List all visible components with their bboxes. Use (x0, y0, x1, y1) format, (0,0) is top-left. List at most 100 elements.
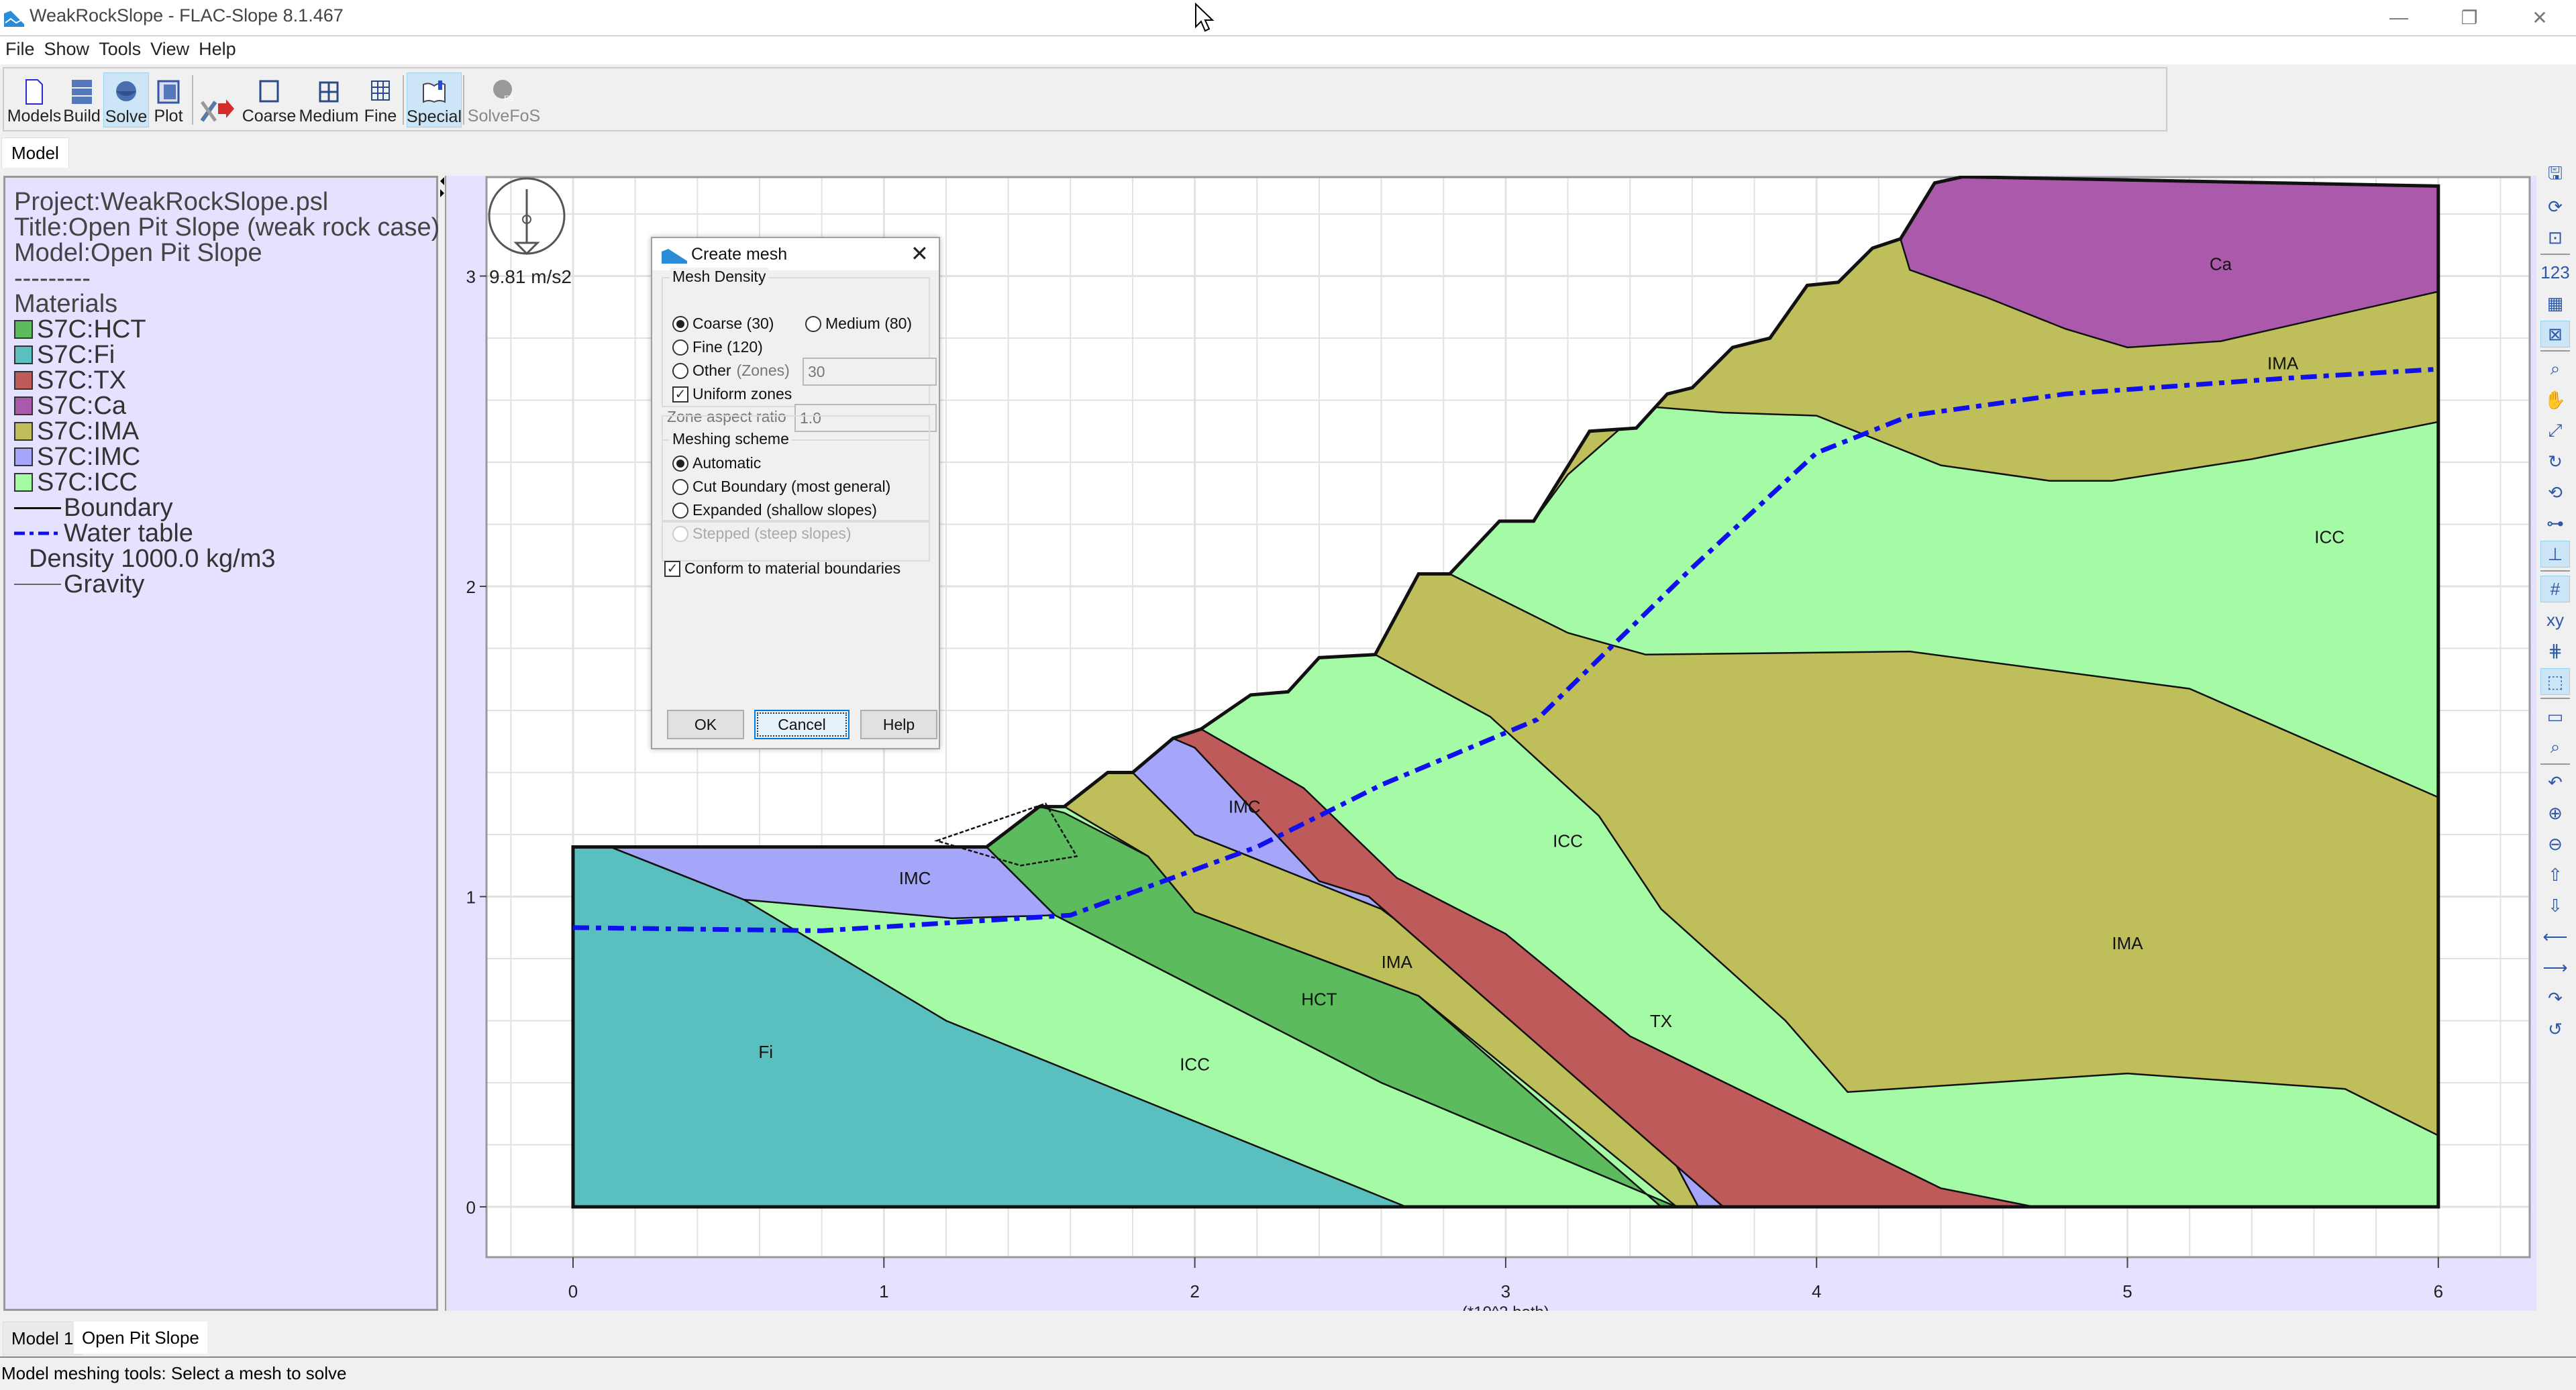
magnify-button[interactable]: ⌕ (2540, 734, 2570, 761)
left-arrow-button[interactable]: ⟵ (2540, 923, 2570, 950)
x-tick-label: 4 (1812, 1281, 1821, 1301)
cancel-button[interactable]: Cancel (754, 710, 849, 739)
down-arrow-button[interactable]: ⇩ (2540, 892, 2570, 919)
region-label: ICC (1553, 831, 1583, 851)
x-tick-label: 5 (2122, 1281, 2132, 1301)
y-tick-label: 1 (466, 888, 476, 908)
menu-tools[interactable]: Tools (95, 36, 145, 62)
plot-button[interactable]: Plot (149, 72, 188, 126)
layout-button[interactable]: ▦ (2540, 290, 2570, 317)
toolbar-separator (2540, 350, 2570, 352)
solve-button[interactable]: Solve (103, 72, 149, 127)
menu-bar: File Show Tools View Help (0, 36, 2576, 64)
fine-grid-icon (371, 81, 390, 101)
material-name: S7C:Ca (37, 392, 127, 420)
coarse-button[interactable]: Coarse (240, 72, 298, 126)
material-name: S7C:IMC (37, 443, 141, 471)
radio-medium[interactable]: Medium (80) (805, 315, 912, 333)
rotate-3d-button[interactable]: ⟲ (2540, 479, 2570, 506)
link-button[interactable]: ⊶ (2540, 510, 2570, 537)
refresh-button[interactable]: ⟳ (2540, 193, 2570, 220)
region-label: Fi (758, 1042, 773, 1062)
legend-water-table: Water table (14, 521, 436, 546)
material-swatch (14, 320, 33, 339)
zones-input[interactable]: 30 (803, 358, 937, 386)
tab-model-1[interactable]: Model 1 (3, 1322, 83, 1355)
right-arrow-button[interactable]: ⟶ (2540, 954, 2570, 981)
special-button[interactable]: Special (407, 72, 462, 127)
legend-material-3: S7C:Ca (14, 393, 436, 419)
xy-label-button[interactable]: xy (2540, 606, 2570, 633)
medium-grid-icon (319, 81, 339, 103)
undo-icon: ↶ (2548, 771, 2563, 792)
models-button[interactable]: Models (7, 72, 62, 126)
radio-fine[interactable]: Fine (120) (672, 338, 763, 356)
close-button[interactable]: ✕ (2503, 0, 2576, 35)
refresh-icon: ⟳ (2548, 196, 2563, 217)
zoom-region-button[interactable]: ⤢ (2540, 417, 2570, 444)
radio-coarse[interactable]: Coarse (30) (672, 315, 774, 333)
conform-boundaries-checkbox[interactable]: ✓ Conform to material boundaries (664, 559, 900, 578)
rotate-ccw-button[interactable]: ↺ (2540, 1016, 2570, 1042)
rotate-ccw-icon: ↺ (2548, 1018, 2563, 1039)
ruler-button[interactable]: ▭ (2540, 703, 2570, 730)
minimize-button[interactable]: — (2362, 0, 2436, 35)
dialog-close-button[interactable]: ✕ (911, 241, 929, 266)
menu-show[interactable]: Show (40, 36, 94, 62)
window-title: WeakRockSlope - FLAC-Slope 8.1.467 (30, 5, 344, 25)
fit-button[interactable]: ⊠ (2540, 321, 2570, 348)
pan-hand-button[interactable]: ✋ (2540, 386, 2570, 413)
radio-cut-boundary[interactable]: Cut Boundary (most general) (672, 478, 890, 496)
rotate-button[interactable]: ↻ (2540, 448, 2570, 475)
material-list: S7C:HCT S7C:Fi S7C:TX S7C:Ca S7C:IMA S7C:IMC S… (5, 317, 436, 495)
menu-help[interactable]: Help (195, 36, 240, 62)
numbering-button[interactable]: 123 (2540, 259, 2570, 286)
tools-button[interactable] (196, 72, 238, 126)
zoom-in-button[interactable]: ⊕ (2540, 800, 2570, 826)
save-image-icon: 🖫 (2547, 163, 2563, 183)
grid-button[interactable]: # (2540, 576, 2570, 602)
dialog-app-icon (662, 249, 687, 264)
region-label: IMC (1229, 797, 1261, 817)
status-bar: Model meshing tools: Select a mesh to so… (0, 1356, 2576, 1390)
up-arrow-button[interactable]: ⇧ (2540, 861, 2570, 888)
uniform-zones-checkbox[interactable]: ✓ Uniform zones (672, 385, 792, 403)
axis-units-note: (*10^2 both) (1462, 1303, 1549, 1311)
save-image-button[interactable]: 🖫 (2540, 162, 2570, 189)
legend-boundary: Boundary (14, 495, 436, 521)
menu-file[interactable]: File (1, 36, 39, 62)
x-tick-label: 1 (879, 1281, 888, 1301)
panel-splitter[interactable] (440, 176, 445, 1311)
radio-automatic[interactable]: Automatic (672, 454, 761, 472)
project-label: Project:WeakRockSlope.psl (14, 188, 329, 216)
ok-button[interactable]: OK (667, 710, 744, 739)
undo-button[interactable]: ↶ (2540, 769, 2570, 796)
menu-view[interactable]: View (146, 36, 193, 62)
zoom-box-button[interactable]: ⌕ (2540, 356, 2570, 382)
region-label: HCT (1301, 989, 1337, 1009)
material-swatch (14, 422, 33, 441)
dialog-title-bar[interactable]: Create mesh ✕ (652, 238, 939, 270)
rotate-cw-button[interactable]: ↷ (2540, 985, 2570, 1012)
restore-button[interactable]: ❐ (2432, 0, 2506, 35)
radio-other[interactable]: Other (Zones) (672, 362, 790, 380)
toolbar-separator (192, 75, 193, 125)
grid-alt-button[interactable]: ⋕ (2540, 637, 2570, 664)
boundary-line-icon (14, 506, 61, 509)
help-button[interactable]: Help (860, 710, 937, 739)
select-area-button[interactable]: ⬚ (2540, 668, 2570, 695)
solvefos-button[interactable]: FS SolveFoS (467, 72, 541, 126)
zoom-out-button[interactable]: ⊖ (2540, 831, 2570, 857)
svg-text:FS: FS (504, 94, 514, 103)
radio-expanded[interactable]: Expanded (shallow slopes) (672, 501, 877, 519)
tools-arrow-icon (200, 99, 234, 122)
build-button[interactable]: Build (63, 72, 101, 126)
tab-model[interactable]: Model (1, 138, 69, 168)
zoom-window-button[interactable]: ⊡ (2540, 224, 2570, 251)
axes-button[interactable]: ⊥ (2540, 541, 2570, 568)
fine-button[interactable]: Fine (361, 72, 400, 126)
tab-open-pit-slope[interactable]: Open Pit Slope (74, 1322, 207, 1354)
medium-button[interactable]: Medium (298, 72, 360, 126)
plot-panel-icon (157, 80, 180, 104)
region-label: ICC (2314, 527, 2345, 547)
